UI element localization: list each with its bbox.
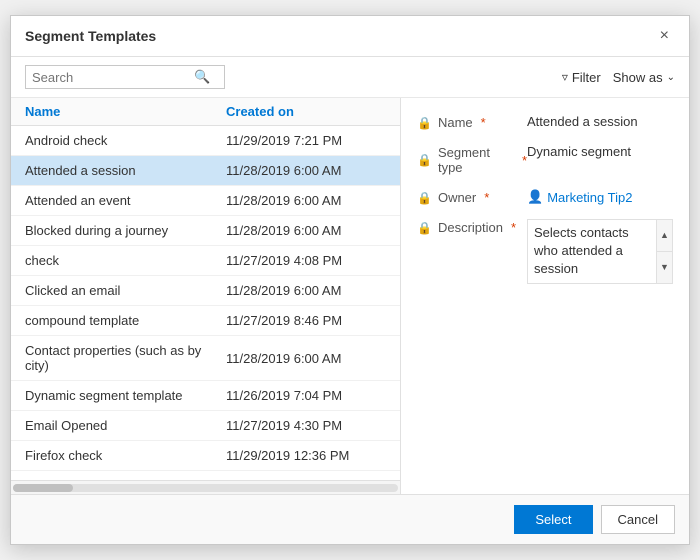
list-item-date: 11/28/2019 6:00 AM xyxy=(226,351,386,366)
segment-templates-dialog: Segment Templates × 🔍 ▿ Filter Show as ⌄… xyxy=(10,15,690,545)
list-item-date: 11/26/2019 7:04 PM xyxy=(226,388,386,403)
list-item-name: Blocked during a journey xyxy=(25,223,226,238)
scrollbar-track xyxy=(13,484,398,492)
required-asterisk-name: * xyxy=(481,115,486,130)
detail-owner-label: 🔒 Owner * xyxy=(417,189,527,205)
lock-icon-2: 🔒 xyxy=(417,153,432,167)
dialog-footer: Select Cancel xyxy=(11,494,689,544)
list-item[interactable]: Firefox check11/29/2019 12:36 PM xyxy=(11,441,400,471)
list-item[interactable]: Attended a session11/28/2019 6:00 AM xyxy=(11,156,400,186)
list-item-name: Firefox check xyxy=(25,448,226,463)
lock-icon-4: 🔒 xyxy=(417,221,432,235)
select-button[interactable]: Select xyxy=(514,505,592,534)
list-header: Name Created on xyxy=(11,98,400,126)
list-item-name: Email Opened xyxy=(25,418,226,433)
dialog-titlebar: Segment Templates × xyxy=(11,16,689,57)
description-text: Selects contacts who attended a session xyxy=(534,225,629,276)
list-item[interactable]: compound template11/27/2019 8:46 PM xyxy=(11,306,400,336)
show-as-button[interactable]: Show as ⌄ xyxy=(613,70,675,85)
list-item-date: 11/28/2019 6:00 AM xyxy=(226,223,386,238)
required-asterisk-desc: * xyxy=(511,220,516,235)
filter-button[interactable]: ▿ Filter xyxy=(562,70,601,85)
list-item[interactable]: Clicked an email11/28/2019 6:00 AM xyxy=(11,276,400,306)
filter-icon: ▿ xyxy=(562,70,568,84)
detail-description-label: 🔒 Description * xyxy=(417,219,527,235)
desc-scroll-down-button[interactable]: ▼ xyxy=(657,252,672,283)
list-item-name: Clicked an email xyxy=(25,283,226,298)
toolbar-right: ▿ Filter Show as ⌄ xyxy=(562,70,675,85)
detail-owner-row: 🔒 Owner * 👤 Marketing Tip2 xyxy=(417,189,673,205)
detail-panel: 🔒 Name * Attended a session 🔒 Segment ty… xyxy=(401,98,689,494)
detail-segment-type-value: Dynamic segment xyxy=(527,144,673,159)
person-icon: 👤 xyxy=(527,189,543,205)
scrollbar-thumb xyxy=(13,484,73,492)
search-box: 🔍 xyxy=(25,65,225,89)
list-panel: Name Created on Android check11/29/2019 … xyxy=(11,98,401,494)
detail-name-row: 🔒 Name * Attended a session xyxy=(417,114,673,130)
label-description-text: Description xyxy=(438,220,503,235)
list-item[interactable]: check11/27/2019 4:08 PM xyxy=(11,246,400,276)
column-header-created[interactable]: Created on xyxy=(226,104,386,119)
list-item[interactable]: Email Opened11/27/2019 4:30 PM xyxy=(11,411,400,441)
list-item-name: check xyxy=(25,253,226,268)
lock-icon-3: 🔒 xyxy=(417,191,432,205)
cancel-button[interactable]: Cancel xyxy=(601,505,675,534)
required-asterisk-owner: * xyxy=(484,190,489,205)
dialog-title: Segment Templates xyxy=(25,28,156,44)
list-item-name: Contact properties (such as by city) xyxy=(25,343,226,373)
list-item-date: 11/27/2019 8:46 PM xyxy=(226,313,386,328)
detail-description-value: Selects contacts who attended a session … xyxy=(527,219,673,284)
lock-icon: 🔒 xyxy=(417,116,432,130)
label-segment-type-text: Segment type xyxy=(438,145,514,175)
search-input[interactable] xyxy=(32,70,192,85)
filter-label: Filter xyxy=(572,70,601,85)
list-item-name: Dynamic segment template xyxy=(25,388,226,403)
list-item[interactable]: Android check11/29/2019 7:21 PM xyxy=(11,126,400,156)
close-button[interactable]: × xyxy=(654,26,675,46)
label-name-text: Name xyxy=(438,115,473,130)
dialog-body: Name Created on Android check11/29/2019 … xyxy=(11,98,689,494)
horizontal-scrollbar[interactable] xyxy=(11,480,400,494)
list-item-date: 11/29/2019 12:36 PM xyxy=(226,448,386,463)
column-header-name[interactable]: Name xyxy=(25,104,226,119)
description-scrollbar: ▲ ▼ xyxy=(656,220,672,283)
list-item-date: 11/27/2019 4:08 PM xyxy=(226,253,386,268)
detail-name-label: 🔒 Name * xyxy=(417,114,527,130)
label-owner-text: Owner xyxy=(438,190,476,205)
show-as-chevron-icon: ⌄ xyxy=(667,72,675,83)
list-item-date: 11/28/2019 6:00 AM xyxy=(226,193,386,208)
list-item[interactable]: Attended an event11/28/2019 6:00 AM xyxy=(11,186,400,216)
list-item[interactable]: Blocked during a journey11/28/2019 6:00 … xyxy=(11,216,400,246)
show-as-label: Show as xyxy=(613,70,663,85)
list-item-name: Android check xyxy=(25,133,226,148)
detail-description-row: 🔒 Description * Selects contacts who att… xyxy=(417,219,673,284)
list-item[interactable]: Contact properties (such as by city)11/2… xyxy=(11,336,400,381)
detail-owner-value[interactable]: 👤 Marketing Tip2 xyxy=(527,189,673,205)
list-item-date: 11/28/2019 6:00 AM xyxy=(226,163,386,178)
dialog-toolbar: 🔍 ▿ Filter Show as ⌄ xyxy=(11,57,689,98)
detail-segment-type-row: 🔒 Segment type * Dynamic segment xyxy=(417,144,673,175)
detail-name-value: Attended a session xyxy=(527,114,673,129)
list-item-name: compound template xyxy=(25,313,226,328)
desc-scroll-up-button[interactable]: ▲ xyxy=(657,220,672,252)
search-icon-button[interactable]: 🔍 xyxy=(192,69,212,85)
owner-name-text: Marketing Tip2 xyxy=(547,190,632,205)
list-item-date: 11/27/2019 4:30 PM xyxy=(226,418,386,433)
detail-segment-type-label: 🔒 Segment type * xyxy=(417,144,527,175)
list-item-date: 11/28/2019 6:00 AM xyxy=(226,283,386,298)
list-scroll-area[interactable]: Android check11/29/2019 7:21 PMAttended … xyxy=(11,126,400,480)
list-item-name: Attended an event xyxy=(25,193,226,208)
list-item-date: 11/29/2019 7:21 PM xyxy=(226,133,386,148)
list-item[interactable]: Dynamic segment template11/26/2019 7:04 … xyxy=(11,381,400,411)
list-item-name: Attended a session xyxy=(25,163,226,178)
